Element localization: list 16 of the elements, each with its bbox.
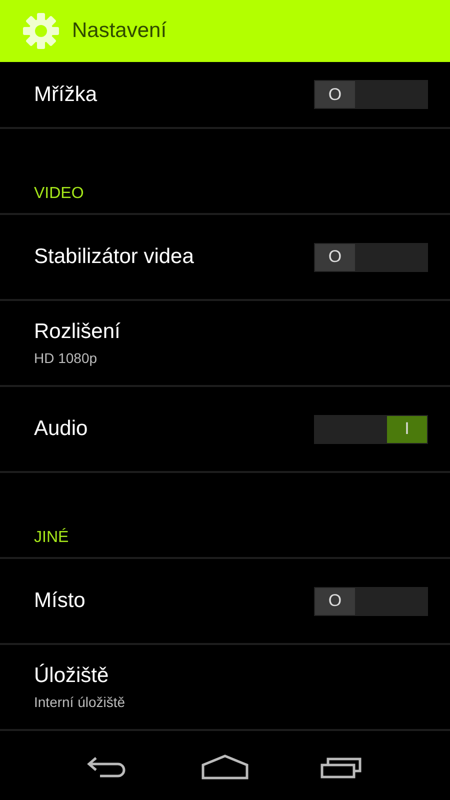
- section-header: JINÉ: [34, 529, 69, 547]
- setting-value: Interní úložiště: [34, 694, 126, 710]
- toggle-switch[interactable]: I: [314, 414, 428, 444]
- setting-label: Stabilizátor videa: [34, 245, 194, 269]
- setting-label: Rozlišení: [34, 320, 120, 344]
- setting-label: Úložiště: [34, 664, 110, 688]
- setting-label: Mřížka: [34, 82, 97, 106]
- toggle-switch[interactable]: O: [314, 242, 428, 272]
- home-icon[interactable]: [200, 754, 249, 780]
- toggle-switch[interactable]: O: [314, 586, 428, 616]
- setting-value: HD 1080p: [34, 350, 98, 366]
- setting-label: Audio: [34, 417, 88, 441]
- setting-label: Místo: [34, 589, 86, 613]
- toggle-switch[interactable]: O: [314, 80, 428, 109]
- screen-title: Nastavení: [72, 19, 167, 43]
- section-header: VIDEO: [34, 185, 84, 203]
